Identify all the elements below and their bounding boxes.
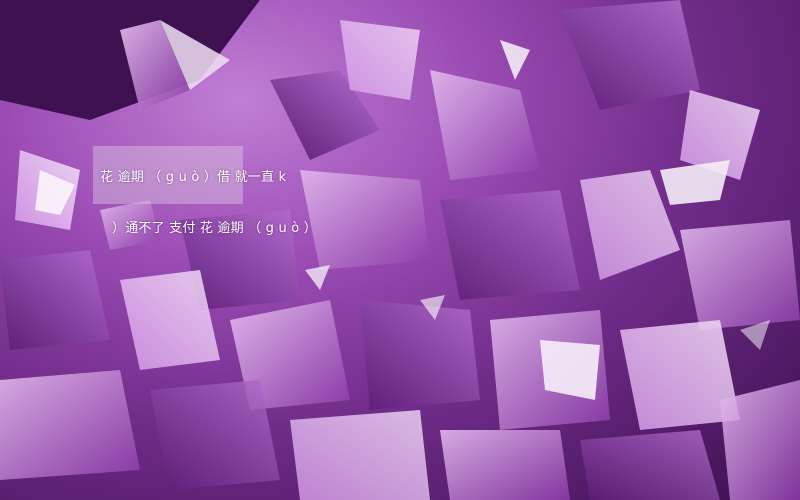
- amethyst-crystals: [0, 0, 800, 500]
- caption-line-2: ）通不了 支付 花 逾期 （ g u ò ）: [112, 221, 317, 236]
- crystal-background-image: 花 逾期 （ g u ò ）借 就一直 k ）通不了 支付 花 逾期 （ g u…: [0, 0, 800, 500]
- caption-line-1: 花 逾期 （ g u ò ）借 就一直 k: [100, 170, 287, 185]
